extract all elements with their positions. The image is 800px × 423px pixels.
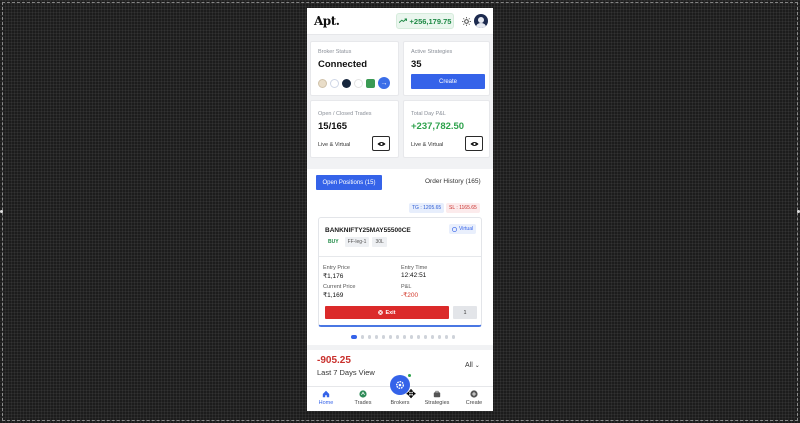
broker-logo-icon[interactable]: [330, 78, 339, 88]
trades-icon: [359, 390, 367, 398]
active-strategies-card: Active Strategies 35 Create: [403, 41, 490, 96]
broker-logo-icon[interactable]: [366, 78, 375, 88]
chevron-down-icon: ⌄: [474, 363, 480, 369]
carousel-dot[interactable]: [381, 335, 385, 339]
create-strategy-button[interactable]: Create: [411, 74, 485, 89]
active-strategies-label: Active Strategies: [411, 49, 453, 55]
day-pnl-value: +237,782.50: [411, 121, 465, 132]
broker-logo-icon[interactable]: [354, 78, 363, 88]
side-tag: BUY: [328, 239, 339, 245]
nav-trades-label: Trades: [354, 400, 372, 406]
entry-time-label: Entry Time: [401, 265, 428, 271]
carousel-dot[interactable]: [374, 335, 378, 339]
carousel-dot[interactable]: [367, 335, 371, 339]
day-pnl-sub: Live & Virtual: [411, 142, 444, 148]
close-circle-icon: [378, 310, 384, 315]
total-pnl-pill[interactable]: +256,179.75: [396, 13, 454, 29]
carousel-dot[interactable]: [451, 335, 455, 339]
home-icon: [322, 390, 330, 398]
seven-day-pnl-label: Last 7 Days View: [317, 368, 375, 377]
carousel-dot[interactable]: [395, 335, 399, 339]
gear-icon: [396, 381, 404, 389]
exit-button[interactable]: Exit: [325, 306, 449, 319]
carousel-dot[interactable]: [351, 335, 357, 339]
positions-panel: Open Positions (15) Order History (165) …: [307, 169, 493, 345]
exit-qty-input[interactable]: 1: [453, 306, 477, 319]
sun-icon[interactable]: [462, 17, 471, 26]
trades-value: 15/165: [318, 121, 348, 132]
divider: [319, 256, 481, 257]
filter-select[interactable]: All ⌄: [465, 362, 480, 369]
position-symbol: BANKNIFTY25MAY55500CE: [325, 227, 411, 234]
eye-icon: [376, 141, 386, 146]
plus-circle-icon: [470, 390, 478, 398]
seven-day-pnl-value: -905.25: [317, 355, 351, 366]
trades-label: Open / Closed Trades: [318, 111, 372, 117]
app-logo[interactable]: Apt.: [314, 14, 340, 28]
pnl-value: -₹200: [401, 292, 419, 299]
nav-strategies-label: Strategies: [424, 400, 450, 406]
stoploss-badge: SL : 1165.65: [446, 203, 480, 213]
carousel-dot[interactable]: [388, 335, 392, 339]
position-card[interactable]: BANKNIFTY25MAY55500CE Virtual BUY FF-leg…: [318, 217, 482, 327]
nav-create[interactable]: Create: [459, 390, 489, 406]
broker-status-label: Broker Status: [318, 49, 352, 55]
entry-price-label: Entry Price: [323, 265, 350, 271]
nav-create-label: Create: [465, 400, 483, 406]
leg-tag: FF-leg-1: [344, 237, 370, 247]
nav-home-label: Home: [318, 400, 334, 406]
active-strategies-value: 35: [411, 59, 422, 70]
broker-more-button[interactable]: →: [378, 77, 390, 89]
carousel-dot[interactable]: [409, 335, 413, 339]
total-pnl-value: +256,179.75: [409, 16, 452, 26]
trades-sub: Live & Virtual: [318, 142, 351, 148]
virtual-badge: Virtual: [449, 224, 477, 234]
virtual-badge-label: Virtual: [459, 226, 474, 232]
arrow-right-icon: →: [380, 79, 388, 87]
carousel-dot[interactable]: [360, 335, 364, 339]
target-badge: TG : 1205.65: [409, 203, 445, 213]
resize-handle-left[interactable]: [0, 210, 3, 213]
status-dot: [408, 374, 411, 377]
user-avatar[interactable]: [474, 14, 488, 28]
qty-tag: 30L: [372, 237, 387, 247]
carousel-dot[interactable]: [416, 335, 420, 339]
carousel-dot[interactable]: [444, 335, 448, 339]
entry-price-value: ₹1,176: [323, 273, 344, 280]
current-price-label: Current Price: [323, 284, 356, 290]
mobile-app-screen: Apt. +256,179.75 Broker Status Connected: [307, 8, 493, 411]
day-pnl-card: Total Day P&L +237,782.50 Live & Virtual: [403, 100, 490, 158]
carousel-dot[interactable]: [402, 335, 406, 339]
trend-up-icon: [398, 18, 407, 23]
pnl-label: P&L: [401, 284, 412, 290]
tab-order-history[interactable]: Order History (165): [425, 178, 481, 185]
view-pnl-button[interactable]: [465, 136, 483, 151]
broker-logo-icon[interactable]: [342, 78, 351, 88]
carousel-dot[interactable]: [423, 335, 427, 339]
broker-status-value: Connected: [318, 59, 368, 70]
carousel-dot[interactable]: [437, 335, 441, 339]
entry-time-value: 12:42:51: [401, 272, 427, 279]
move-cursor-icon: ✥: [406, 387, 417, 401]
nav-trades[interactable]: Trades: [348, 390, 378, 406]
eye-icon: [469, 141, 479, 146]
day-pnl-label: Total Day P&L: [411, 111, 446, 117]
current-price-value: ₹1,169: [323, 292, 344, 299]
carousel-dots: [351, 335, 455, 339]
trades-card: Open / Closed Trades 15/165 Live & Virtu…: [310, 100, 399, 158]
view-trades-button[interactable]: [372, 136, 390, 151]
exit-label: Exit: [385, 309, 396, 316]
briefcase-icon: [433, 390, 441, 398]
broker-icons-row: →: [318, 77, 390, 89]
info-icon: [452, 226, 457, 232]
nav-strategies[interactable]: Strategies: [422, 390, 452, 406]
app-header: Apt. +256,179.75: [307, 8, 493, 35]
carousel-dot[interactable]: [430, 335, 434, 339]
tab-open-positions[interactable]: Open Positions (15): [316, 175, 382, 190]
nav-home[interactable]: Home: [311, 390, 341, 406]
position-tags: BUY FF-leg-1 30L: [325, 237, 387, 247]
broker-logo-icon[interactable]: [318, 78, 327, 88]
filter-value: All: [465, 362, 473, 369]
broker-status-card: Broker Status Connected →: [310, 41, 399, 96]
